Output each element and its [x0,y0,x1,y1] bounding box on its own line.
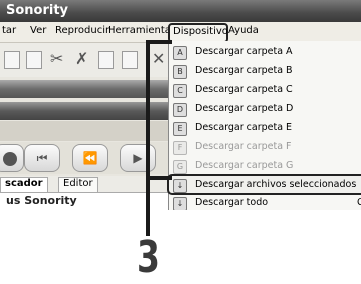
menu-item-label: Descargar archivos seleccionados [195,179,357,190]
menu-item-label: Descargar todo [195,197,269,208]
menu-dispositivo[interactable]: Dispositivo [168,23,228,43]
new-icon[interactable] [4,51,20,69]
menu-item-descargar-todo[interactable]: ↓ Descargar todo C [169,194,361,210]
menu-reproducir[interactable]: Reproducir [55,25,109,36]
menu-item-descargar-carpeta-e[interactable]: E Descargar carpeta E [169,119,361,138]
menu-item-label: Descargar carpeta D [195,103,294,114]
menu-item-label: Descargar carpeta A [195,46,293,57]
record-icon [3,152,17,166]
cut-icon[interactable]: ✗ [75,49,88,68]
tab-editor[interactable]: Editor [58,177,98,192]
menu-item-descargar-carpeta-a[interactable]: A Descargar carpeta A [169,43,361,62]
menu-item-label: Descargar carpeta C [195,84,293,95]
editor-tab-label: Editor [63,178,93,189]
skip-back-icon: ⏮ [36,151,48,165]
menu-item-label: Descargar carpeta E [195,122,293,133]
content-heading: us Sonority [6,194,77,207]
callout-line-bottom [146,176,172,180]
record-button[interactable] [0,144,24,172]
copy-icon[interactable] [98,51,114,69]
menu-item-label: Descargar carpeta B [195,65,293,76]
title-bar: Sonority [0,0,361,22]
menu-item-descargar-carpeta-c[interactable]: C Descargar carpeta C [169,81,361,100]
menu-ayuda[interactable]: Ayuda [228,25,259,36]
callout-line-top [146,40,172,44]
menu-item-descargar-carpeta-d[interactable]: D Descargar carpeta D [169,100,361,119]
timeline-bar [0,80,170,98]
dispositivo-dropdown: A Descargar carpeta A B Descargar carpet… [167,41,361,210]
rewind-button[interactable]: ⏪ [72,144,108,172]
play-button[interactable]: ▶ [120,144,156,172]
tab-bar: scador Editor [0,176,170,192]
open-icon[interactable] [26,51,42,69]
rewind-icon: ⏪ [82,151,98,165]
folder-b-icon: B [173,65,187,79]
play-icon: ▶ [133,151,143,165]
menu-archivo[interactable]: tar [2,25,16,36]
download-selected-icon: ↓ [173,179,187,193]
menu-item-descargar-archivos-seleccionados[interactable]: ↓ Descargar archivos seleccionados [167,174,361,195]
folder-a-icon: A [173,46,187,60]
menu-dispositivo-label: Dispositivo [173,26,228,37]
spacer-bar [0,121,170,141]
step-number: 3 [137,232,160,283]
transport-controls: ⏮ ⏪ ▶ [0,142,170,174]
window-title: Sonority [6,3,69,18]
menu-item-descargar-carpeta-f: F Descargar carpeta F [169,138,361,157]
folder-c-icon: C [173,84,187,98]
app-window: Sonority tar Ver Reproducir Herramientas… [0,0,361,210]
folder-d-icon: D [173,103,187,117]
folder-g-icon: G [173,160,187,174]
menu-item-label: Descargar carpeta F [195,141,292,152]
menu-item-label: Descargar carpeta G [195,160,294,171]
tab-buscador[interactable]: scador [0,177,48,192]
progress-bar [0,102,170,120]
toolbar: ✂ ✗ ✕ [0,43,170,77]
close-icon[interactable]: ✕ [152,49,165,68]
menu-item-shortcut: C [357,197,361,208]
content-pane: us Sonority [0,192,170,210]
download-all-icon: ↓ [173,197,187,210]
skip-back-button[interactable]: ⏮ [24,144,60,172]
menu-ver[interactable]: Ver [30,25,46,36]
menu-herramientas[interactable]: Herramientas [108,25,176,36]
folder-f-icon: F [173,141,187,155]
folder-e-icon: E [173,122,187,136]
paste-icon[interactable] [122,51,138,69]
menu-item-descargar-carpeta-b[interactable]: B Descargar carpeta B [169,62,361,81]
callout-line [146,40,150,236]
delete-icon[interactable]: ✂ [50,49,63,68]
